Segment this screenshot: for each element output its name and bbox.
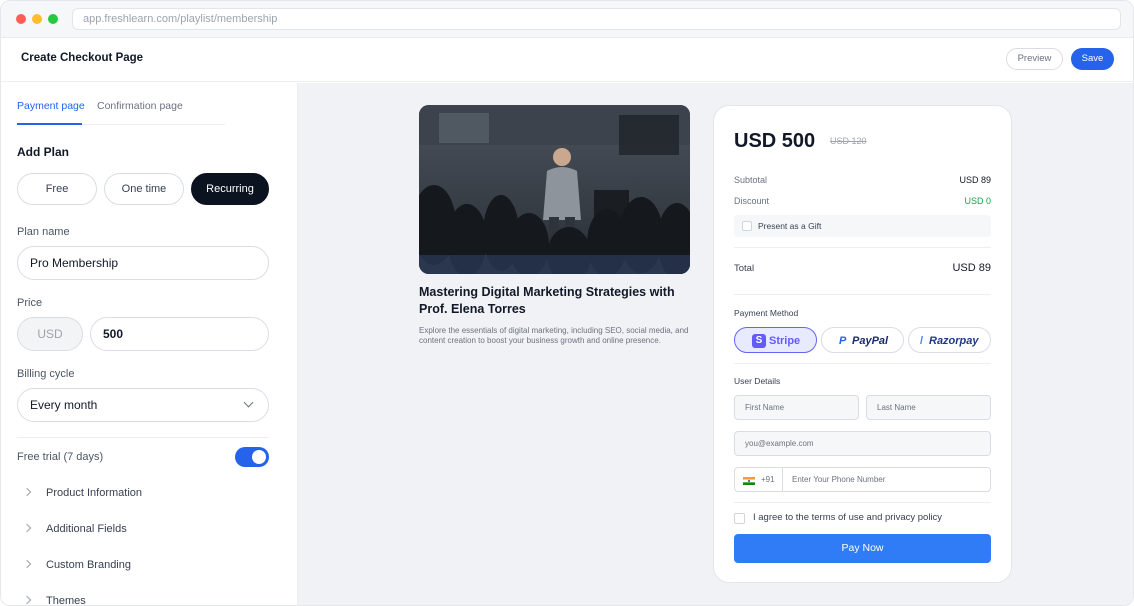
- plan-name-label: Plan name: [17, 226, 70, 238]
- gift-option[interactable]: Present as a Gift: [734, 215, 991, 237]
- address-bar[interactable]: app.freshlearn.com/playlist/membership: [72, 8, 1121, 30]
- chevron-down-icon: [243, 397, 254, 408]
- price-label: Price: [17, 297, 43, 309]
- close-window-icon[interactable]: [16, 14, 26, 24]
- paypal-label: PayPal: [852, 335, 889, 347]
- save-button[interactable]: Save: [1071, 48, 1114, 70]
- accordion-additional-fields[interactable]: Additional Fields: [17, 519, 269, 543]
- billing-cycle-select[interactable]: Every month: [17, 388, 269, 422]
- checkout-card: USD 500 USD 120 Subtotal USD 89 Discount…: [713, 105, 1012, 583]
- payment-method-razorpay[interactable]: / Razorpay: [908, 327, 991, 353]
- field-separator: [782, 468, 783, 491]
- razorpay-label: Razorpay: [929, 335, 979, 347]
- section-divider: [17, 437, 269, 438]
- email-field[interactable]: you@example.com: [734, 431, 991, 456]
- maximize-window-icon[interactable]: [48, 14, 58, 24]
- accordion-label: Additional Fields: [46, 523, 127, 535]
- plan-name-input[interactable]: Pro Membership: [17, 246, 269, 280]
- divider: [734, 294, 991, 295]
- plan-type-one-time-button[interactable]: One time: [104, 173, 184, 205]
- tab-payment-page[interactable]: Payment page: [17, 100, 85, 112]
- active-tab-indicator: [17, 123, 82, 125]
- course-description: Explore the essentials of digital market…: [419, 326, 689, 345]
- page-title: Create Checkout Page: [21, 52, 144, 64]
- razorpay-icon: /: [920, 335, 924, 347]
- lecture-hall-photo: [419, 105, 690, 274]
- terms-checkbox[interactable]: [734, 513, 745, 524]
- accordion-product-information[interactable]: Product Information: [17, 483, 269, 507]
- tab-confirmation-page[interactable]: Confirmation page: [97, 100, 183, 112]
- preview-button[interactable]: Preview: [1006, 48, 1063, 70]
- browser-window: app.freshlearn.com/playlist/membership C…: [0, 0, 1134, 606]
- free-trial-label: Free trial (7 days): [17, 451, 104, 463]
- divider: [734, 502, 991, 503]
- checkout-preview-area: Mastering Digital Marketing Strategies w…: [298, 83, 1133, 605]
- chevron-right-icon: [22, 595, 32, 605]
- course-title: Mastering Digital Marketing Strategies w…: [419, 285, 675, 316]
- paypal-icon: P: [839, 335, 847, 347]
- plan-type-free-button[interactable]: Free: [17, 173, 97, 205]
- billing-cycle-value: Every month: [30, 398, 98, 412]
- stripe-label: Stripe: [769, 335, 801, 347]
- last-name-field[interactable]: Last Name: [866, 395, 991, 420]
- currency-select[interactable]: USD: [17, 317, 83, 351]
- billing-cycle-label: Billing cycle: [17, 368, 75, 380]
- free-trial-toggle[interactable]: [235, 447, 269, 467]
- discount-label: Discount: [734, 196, 770, 206]
- pay-now-button[interactable]: Pay Now: [734, 534, 991, 563]
- app-header: Create Checkout Page Preview Save: [1, 38, 1133, 82]
- gift-label: Present as a Gift: [758, 221, 822, 231]
- original-price: USD 120: [830, 136, 867, 146]
- user-details-title: User Details: [734, 376, 781, 386]
- country-code[interactable]: +91: [761, 475, 775, 484]
- plan-type-recurring-button[interactable]: Recurring: [191, 173, 269, 205]
- india-flag-icon[interactable]: [743, 477, 755, 485]
- payment-method-title: Payment Method: [734, 308, 799, 318]
- subtotal-value: USD 89: [959, 175, 991, 185]
- payment-method-paypal[interactable]: P PayPal: [821, 327, 904, 353]
- stripe-icon: S: [752, 334, 766, 348]
- minimize-window-icon[interactable]: [32, 14, 42, 24]
- price-input[interactable]: 500: [90, 317, 269, 351]
- course-cover-image: [419, 105, 690, 274]
- subtotal-label: Subtotal: [734, 175, 768, 185]
- add-plan-title: Add Plan: [17, 145, 70, 159]
- checkout-price: USD 500: [734, 130, 816, 152]
- phone-input[interactable]: Enter Your Phone Number: [792, 475, 885, 484]
- payment-method-stripe[interactable]: S Stripe: [734, 327, 817, 353]
- toggle-knob: [252, 450, 266, 464]
- chevron-right-icon: [22, 559, 32, 569]
- subtotal-row: Subtotal USD 89: [734, 175, 991, 185]
- gift-checkbox[interactable]: [742, 221, 752, 231]
- chevron-right-icon: [22, 523, 32, 533]
- discount-row: Discount USD 0: [734, 196, 991, 206]
- total-value: USD 89: [952, 262, 991, 274]
- first-name-field[interactable]: First Name: [734, 395, 859, 420]
- browser-titlebar: app.freshlearn.com/playlist/membership: [1, 1, 1133, 38]
- discount-value: USD 0: [964, 196, 991, 206]
- divider: [734, 247, 991, 248]
- divider: [734, 363, 991, 364]
- accordion-label: Product Information: [46, 487, 142, 499]
- accordion-custom-branding[interactable]: Custom Branding: [17, 555, 269, 579]
- accordion-label: Themes: [46, 595, 86, 606]
- terms-label: I agree to the terms of use and privacy …: [753, 512, 943, 523]
- chevron-right-icon: [22, 487, 32, 497]
- settings-sidebar: Payment page Confirmation page Add Plan …: [1, 83, 298, 606]
- accordion-label: Custom Branding: [46, 559, 131, 571]
- phone-field[interactable]: +91 Enter Your Phone Number: [734, 467, 991, 492]
- accordion-themes[interactable]: Themes: [17, 591, 269, 606]
- total-label: Total: [734, 263, 755, 274]
